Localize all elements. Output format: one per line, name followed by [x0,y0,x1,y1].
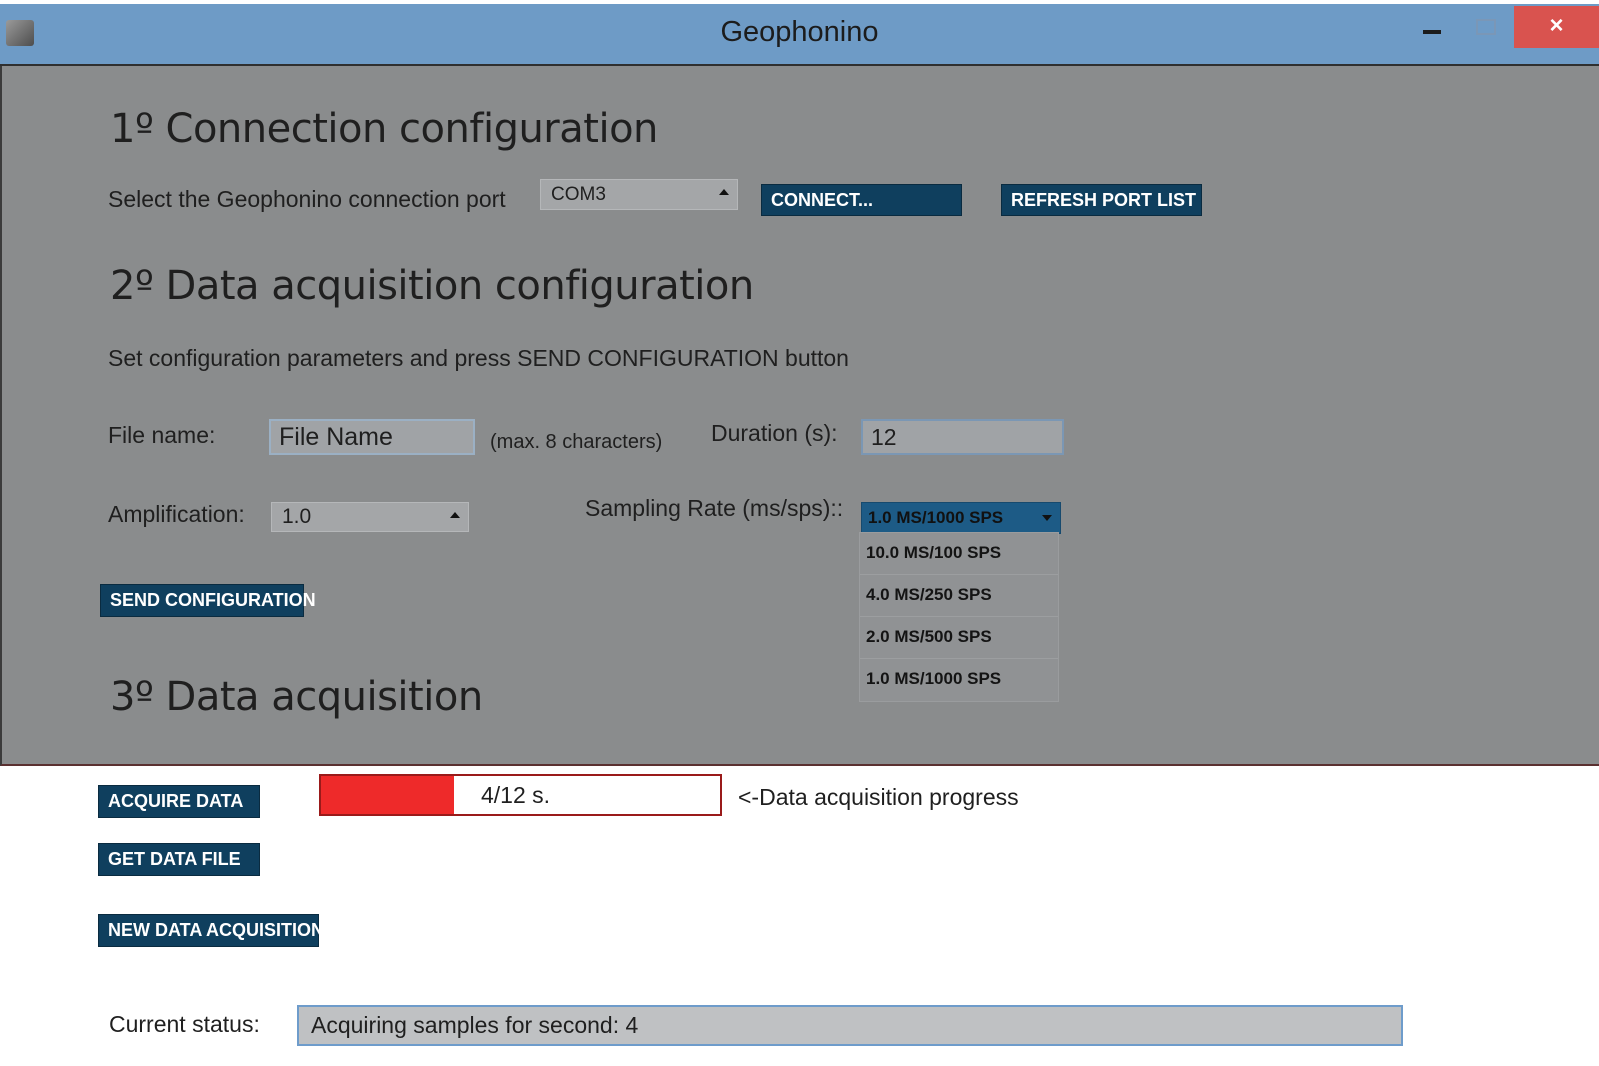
amplification-select-value: 1.0 [282,505,312,528]
maximize-icon[interactable] [1476,19,1496,35]
get-data-file-button[interactable]: GET DATA FILE [98,843,260,876]
close-icon[interactable]: × [1514,6,1599,48]
amplification-select[interactable]: 1.0 [271,502,469,532]
title-bar: Geophonino × [0,4,1599,66]
window-title: Geophonino [720,16,879,48]
dropdown-option[interactable]: 2.0 MS/500 SPS [860,617,1058,659]
progress-fill [321,776,454,814]
port-label: Select the Geophonino connection port [108,186,506,212]
port-select-value: COM3 [551,184,606,205]
duration-label: Duration (s): [711,420,838,446]
file-name-label: File name: [108,422,216,448]
acquisition-progress-bar: 4/12 s. [319,774,722,816]
current-status-label: Current status: [109,1011,260,1037]
section3-heading: 3º Data acquisition [110,674,483,720]
sampling-rate-selected-value: 1.0 MS/1000 SPS [868,508,1004,527]
instructions-text: Set configuration parameters and press S… [108,345,849,371]
port-select[interactable]: COM3 [540,179,738,210]
dropdown-option[interactable]: 1.0 MS/1000 SPS [860,659,1058,701]
section2-heading: 2º Data acquisition configuration [110,263,754,309]
sampling-rate-select[interactable]: 1.0 MS/1000 SPS [861,502,1061,534]
progress-text: 4/12 s. [481,782,551,808]
sampling-rate-label: Sampling Rate (ms/sps):: [585,495,844,521]
caret-up-icon [450,512,460,518]
file-name-hint: (max. 8 characters) [490,431,663,453]
progress-caption: <-Data acquisition progress [738,784,1019,810]
refresh-port-list-button[interactable]: REFRESH PORT LIST [1001,184,1202,216]
geophonino-window: Geophonino × 1º Connection configuration… [0,0,1599,1066]
new-data-acquisition-button[interactable]: NEW DATA ACQUISITION [98,914,324,947]
current-status-field: Acquiring samples for second: 4 [297,1005,1403,1046]
amplification-label: Amplification: [108,501,245,527]
sampling-rate-dropdown: 10.0 MS/100 SPS 4.0 MS/250 SPS 2.0 MS/50… [859,532,1059,702]
connect-button[interactable]: CONNECT... [761,184,962,216]
file-name-input[interactable]: File Name [269,419,475,455]
section1-heading: 1º Connection configuration [110,106,658,152]
caret-down-icon [1042,515,1052,521]
dropdown-option[interactable]: 4.0 MS/250 SPS [860,575,1058,617]
minimize-icon[interactable] [1423,30,1441,34]
acquire-data-button[interactable]: ACQUIRE DATA [98,785,260,818]
configuration-panel: 1º Connection configuration Select the G… [0,66,1599,766]
caret-up-icon [719,189,729,195]
duration-input[interactable]: 12 [861,419,1064,455]
dropdown-option[interactable]: 10.0 MS/100 SPS [860,533,1058,575]
send-configuration-button[interactable]: SEND CONFIGURATION [100,584,316,617]
